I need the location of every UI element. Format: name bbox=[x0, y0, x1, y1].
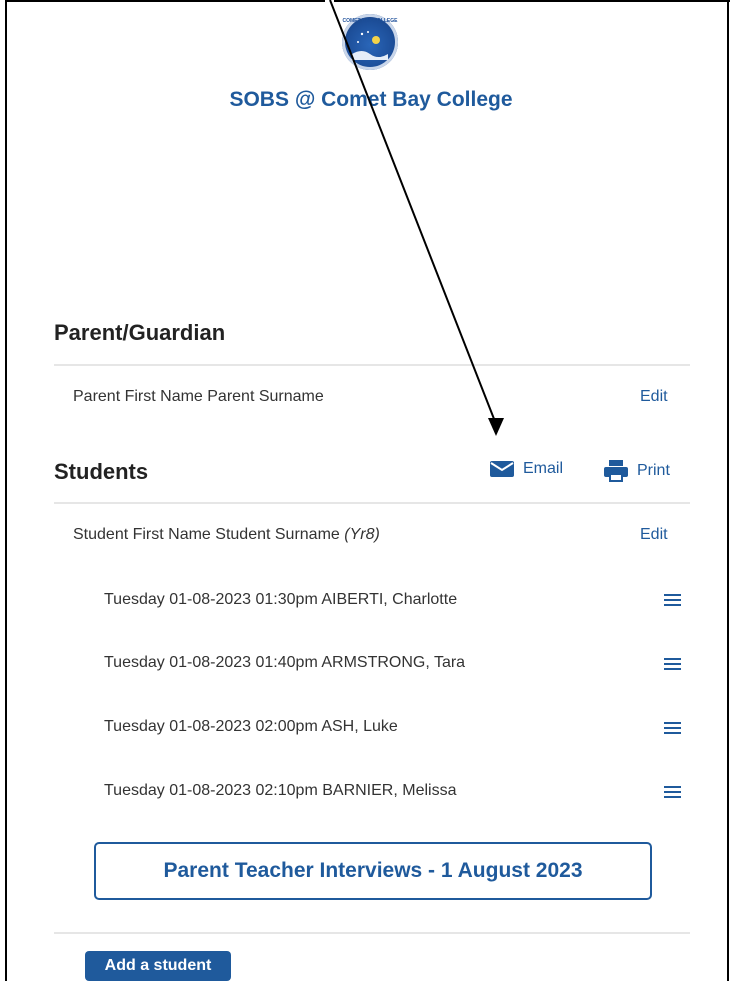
student-name: Student First Name Student Surname bbox=[73, 526, 340, 543]
divider bbox=[54, 364, 690, 366]
appointment-item: Tuesday 01-08-2023 02:10pm BARNIER, Meli… bbox=[104, 782, 457, 799]
edit-student-link[interactable]: Edit bbox=[640, 526, 668, 544]
menu-icon[interactable] bbox=[664, 722, 681, 735]
divider bbox=[54, 502, 690, 504]
frame-left-border bbox=[5, 0, 7, 981]
logo-graphic bbox=[352, 31, 388, 60]
arrow-annotation-icon bbox=[329, 0, 504, 436]
site-title: SOBS @ Comet Bay College bbox=[229, 88, 513, 111]
appointment-item: Tuesday 01-08-2023 01:40pm ARMSTRONG, Ta… bbox=[104, 654, 466, 671]
add-student-button[interactable]: Add a student bbox=[85, 951, 231, 981]
divider bbox=[54, 932, 690, 934]
appointment-item: Tuesday 01-08-2023 02:00pm ASH, Luke bbox=[104, 718, 398, 735]
parent-name: Parent First Name Parent Surname bbox=[73, 388, 324, 405]
print-button[interactable]: Print bbox=[603, 459, 670, 483]
print-icon bbox=[604, 460, 628, 482]
menu-icon[interactable] bbox=[664, 658, 681, 671]
parent-section-title: Parent/Guardian bbox=[54, 320, 226, 345]
edit-parent-link[interactable]: Edit bbox=[640, 388, 668, 406]
frame-top-border bbox=[5, 0, 325, 2]
menu-icon[interactable] bbox=[664, 594, 681, 607]
student-year: (Yr8) bbox=[344, 526, 380, 543]
email-button[interactable]: Email bbox=[489, 459, 563, 479]
print-label: Print bbox=[637, 462, 670, 479]
email-icon bbox=[490, 461, 514, 477]
student-name-row: Student First Name Student Surname (Yr8) bbox=[73, 526, 380, 544]
college-logo: COMET BAY COLLEGE bbox=[342, 14, 398, 70]
menu-icon[interactable] bbox=[664, 786, 681, 799]
students-section-title: Students bbox=[54, 459, 149, 484]
frame-top-border bbox=[334, 0, 730, 2]
email-label: Email bbox=[523, 460, 564, 477]
appointment-item: Tuesday 01-08-2023 01:30pm AIBERTI, Char… bbox=[104, 591, 458, 608]
frame-right-border bbox=[727, 0, 729, 981]
event-button[interactable]: Parent Teacher Interviews - 1 August 202… bbox=[94, 842, 652, 900]
